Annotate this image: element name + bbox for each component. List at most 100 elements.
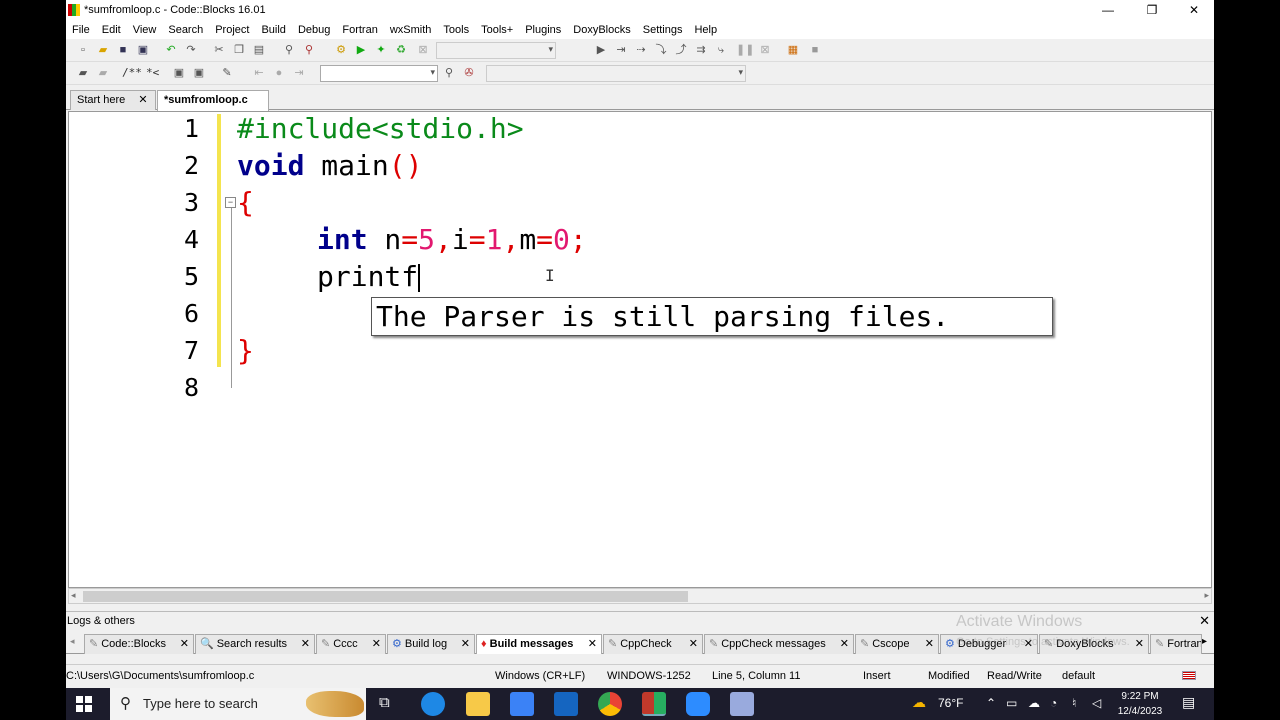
edge-icon[interactable] [421,692,445,716]
various-info-icon[interactable]: ■ [808,43,822,57]
tab-build-messages[interactable]: ♦ Build messages ✕ [476,634,602,654]
debug-windows-icon[interactable]: ▦ [786,43,800,57]
menu-help[interactable]: Help [688,24,723,36]
notifications-icon[interactable]: ▤ [1182,694,1195,711]
tab-cppcheck-messages[interactable]: ✎ CppCheck messages ✕ [704,634,854,654]
debug-run-icon[interactable]: ▶ [594,43,608,57]
chm-icon[interactable]: ▣ [192,66,206,80]
close-icon[interactable]: ✕ [461,635,470,653]
step-out-icon[interactable]: ⤴ [674,43,688,57]
menu-file[interactable]: File [66,24,96,36]
volume-icon[interactable]: ◁ [1092,696,1101,710]
block-comment-button[interactable]: /** [122,66,142,79]
menu-project[interactable]: Project [209,24,255,36]
fold-toggle-icon[interactable]: − [225,197,236,208]
close-icon[interactable]: ✕ [925,635,934,653]
stop-debug-icon[interactable]: ⊠ [758,43,772,57]
tab-start-here[interactable]: Start here ✕ [70,90,156,110]
next-line-icon[interactable]: ⇢ [634,43,648,57]
mic-icon[interactable]: ♮ [1072,696,1076,710]
search-symbol-icon[interactable]: ⚲ [442,66,456,80]
tab-search-results[interactable]: 🔍 Search results ✕ [195,634,315,654]
new-file-icon[interactable]: ▫ [76,43,90,57]
cut-icon[interactable]: ✂ [212,43,226,57]
network-icon[interactable]: ☁ [1028,696,1040,710]
close-icon[interactable]: ✕ [840,635,849,653]
tabs-scroll-right-icon[interactable]: ▸ [1202,636,1207,647]
taskbar-search-box[interactable]: ⚲ Type here to search [110,688,366,720]
codeblocks-taskbar-icon[interactable] [642,692,666,716]
menu-build[interactable]: Build [255,24,291,36]
build-target-combo[interactable]: ▾ [436,42,556,59]
close-icon[interactable]: ✕ [301,635,310,653]
line-comment-button[interactable]: *< [146,66,159,79]
menu-search[interactable]: Search [162,24,209,36]
close-icon[interactable]: ✕ [1135,635,1144,653]
maximize-button[interactable]: ❐ [1132,0,1172,20]
tab-build-log[interactable]: ⚙ Build log ✕ [387,634,475,654]
close-button[interactable]: ✕ [1174,0,1214,20]
open-folder-icon[interactable]: ▰ [96,43,110,57]
windows-start-icon[interactable] [76,696,92,712]
save-icon[interactable]: ■ [116,43,130,57]
scroll-left-icon[interactable]: ◂ [71,590,76,601]
undo-icon[interactable]: ↶ [164,43,178,57]
tabs-scroll-left-icon[interactable]: ◂ [70,636,75,647]
scrollbar-thumb[interactable] [83,591,688,602]
run-to-cursor-icon[interactable]: ⇥ [614,43,628,57]
taskbar-clock[interactable]: 9:22 PM 12/4/2023 [1114,689,1166,719]
find-icon[interactable]: ⚲ [282,43,296,57]
run-icon[interactable]: ▶ [354,43,368,57]
minimize-button[interactable]: — [1088,0,1128,20]
tab-sumfromloop[interactable]: *sumfromloop.c ✕ [157,90,269,124]
build-run-icon[interactable]: ✦ [374,43,388,57]
copy-icon[interactable]: ❐ [232,43,246,57]
close-icon[interactable]: ✕ [588,635,597,653]
redo-icon[interactable]: ↷ [184,43,198,57]
paste-icon[interactable]: ▤ [252,43,266,57]
settings-wrench-icon[interactable]: ✇ [462,66,476,80]
save-all-icon[interactable]: ▣ [136,43,150,57]
code-completion-scope-combo[interactable]: ▾ [320,65,438,82]
close-icon[interactable]: ✕ [372,635,381,653]
pause-icon[interactable]: ❚❚ [736,43,754,57]
tab-cppcheck[interactable]: ✎ CppCheck ✕ [603,634,703,654]
jump-forward-icon[interactable]: ⇥ [292,66,306,80]
next-instruction-icon[interactable]: ⇉ [694,43,708,57]
chrome-icon[interactable] [598,692,622,716]
close-icon[interactable]: ✕ [138,94,147,106]
close-icon[interactable]: ✕ [689,635,698,653]
menu-debug[interactable]: Debug [292,24,336,36]
menu-view[interactable]: View [127,24,163,36]
zoom-icon[interactable] [686,692,710,716]
doxy-extract-icon[interactable]: ▰ [96,66,110,80]
notepad-icon[interactable] [730,692,754,716]
tray-chevron-icon[interactable]: ⌃ [986,696,996,710]
file-explorer-icon[interactable] [466,692,490,716]
close-icon[interactable]: ✕ [180,635,189,653]
menu-wxsmith[interactable]: wxSmith [384,24,438,36]
menu-edit[interactable]: Edit [96,24,127,36]
menu-plugins[interactable]: Plugins [519,24,567,36]
menu-tools-plus[interactable]: Tools+ [475,24,519,36]
tab-fortran[interactable]: ✎ Fortran [1150,634,1202,654]
microsoft-store-icon[interactable] [510,692,534,716]
html-icon[interactable]: ▣ [172,66,186,80]
close-icon[interactable]: ✕ [1199,613,1210,629]
code-editor[interactable]: 1 2 3 4 5 6 7 8 − #include<stdio.h> void… [68,111,1212,588]
weather-icon[interactable]: ☁ [912,694,926,711]
battery-icon[interactable]: ▭ [1006,696,1017,710]
editor-horizontal-scrollbar[interactable]: ◂ ▸ [68,588,1212,604]
task-view-icon[interactable]: ⧉ [379,694,390,711]
replace-icon[interactable]: ⚲ [302,43,316,57]
function-combo[interactable]: ▾ [486,65,746,82]
wifi-icon[interactable]: ◔ [1050,696,1057,710]
step-instruction-icon[interactable]: ⤷ [714,43,728,57]
build-gear-icon[interactable]: ⚙ [334,43,348,57]
menu-fortran[interactable]: Fortran [336,24,383,36]
mail-icon[interactable] [554,692,578,716]
wrench-icon[interactable]: ✎ [220,66,234,80]
jump-back-icon[interactable]: ⇤ [252,66,266,80]
menu-settings[interactable]: Settings [637,24,689,36]
rebuild-icon[interactable]: ♻ [394,43,408,57]
